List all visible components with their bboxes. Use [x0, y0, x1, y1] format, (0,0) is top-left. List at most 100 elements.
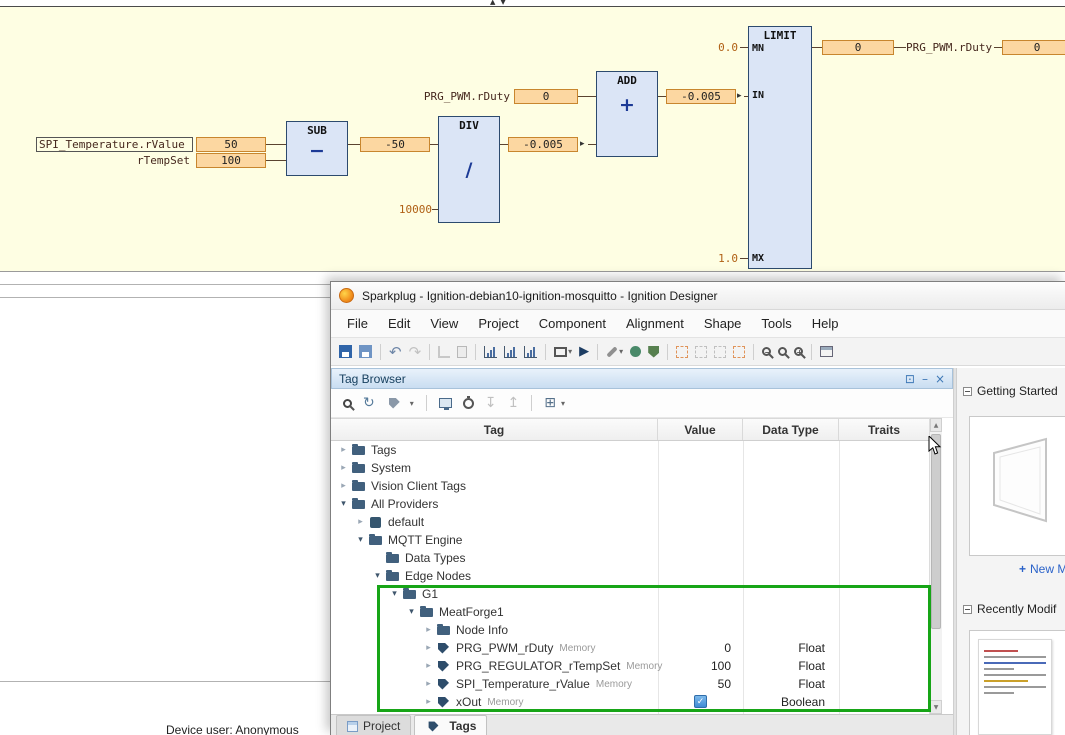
- chevron-down-icon[interactable]: ▾: [410, 399, 414, 408]
- search-icon[interactable]: [343, 399, 352, 408]
- expand-arrow-icon[interactable]: ▸: [422, 643, 435, 653]
- tree-row-default[interactable]: ▸ default: [331, 513, 929, 531]
- redo-icon[interactable]: ↷: [409, 343, 422, 361]
- fbd-canvas[interactable]: SPI_Temperature.rValue 50 rTempSet 100 S…: [0, 6, 1065, 272]
- wrench-icon[interactable]: [607, 346, 618, 357]
- play-icon[interactable]: ▶: [579, 344, 589, 359]
- collapse-arrow-icon[interactable]: ▾: [388, 589, 401, 599]
- value-box-div-out[interactable]: -0.005: [508, 137, 578, 152]
- collapse-arrow-icon[interactable]: ▾: [337, 499, 350, 509]
- zoom-reset-icon[interactable]: [778, 347, 787, 356]
- tree-row-tag-prg-pwm-rduty[interactable]: ▸ PRG_PWM_rDuty Memory 0 Float: [331, 639, 929, 657]
- collapse-arrow-icon[interactable]: ▾: [354, 535, 367, 545]
- div-block[interactable]: DIV /: [438, 116, 500, 223]
- menu-component[interactable]: Component: [529, 316, 616, 331]
- tree-row-system[interactable]: ▸ System: [331, 459, 929, 477]
- tree-row-tag-prg-regulator-rtempset[interactable]: ▸ PRG_REGULATOR_rTempSet Memory 100 Floa…: [331, 657, 929, 675]
- operand-spi-temperature[interactable]: SPI_Temperature.rValue: [36, 137, 193, 152]
- scrollbar-thumb[interactable]: [931, 434, 941, 629]
- undo-icon[interactable]: ↶: [389, 343, 402, 361]
- branch-icon[interactable]: [438, 346, 450, 358]
- menu-project[interactable]: Project: [468, 316, 528, 331]
- value-box-limit-out[interactable]: 0: [822, 40, 894, 55]
- zoom-in-icon[interactable]: +: [794, 347, 803, 356]
- tree-row-edge-nodes[interactable]: ▾ Edge Nodes: [331, 567, 929, 585]
- window-titlebar[interactable]: Sparkplug - Ignition-debian10-ignition-m…: [331, 282, 1065, 310]
- menu-view[interactable]: View: [420, 316, 468, 331]
- menu-alignment[interactable]: Alignment: [616, 316, 694, 331]
- value-box-spi[interactable]: 50: [196, 137, 266, 152]
- column-traits[interactable]: Traits: [839, 419, 929, 440]
- tree-row-tag-spi-temperature-rvalue[interactable]: ▸ SPI_Temperature_rValue Memory 50 Float: [331, 675, 929, 693]
- add-block[interactable]: ADD +: [596, 71, 658, 157]
- collapse-arrow-icon[interactable]: ▾: [371, 571, 384, 581]
- tab-tags[interactable]: Tags: [414, 715, 487, 735]
- collapse-box-icon[interactable]: [963, 605, 972, 614]
- zoom-out-icon[interactable]: −: [762, 347, 771, 356]
- menu-shape[interactable]: Shape: [694, 316, 752, 331]
- operand-rtempset[interactable]: rTempSet: [90, 154, 190, 167]
- tree-row-g1[interactable]: ▾ G1: [331, 585, 929, 603]
- expand-arrow-icon[interactable]: ▸: [422, 679, 435, 689]
- save-icon[interactable]: [339, 345, 352, 358]
- axis-x-icon[interactable]: [484, 346, 497, 358]
- collapse-box-icon[interactable]: [963, 387, 972, 396]
- tree-scrollbar[interactable]: ▲ ▼: [929, 418, 942, 714]
- expand-arrow-icon[interactable]: ▸: [422, 625, 435, 635]
- getting-started-header[interactable]: Getting Started: [963, 384, 1058, 398]
- select-bounds-icon[interactable]: [676, 346, 688, 358]
- recent-item-thumbnail[interactable]: [978, 639, 1052, 735]
- tree-row-mqtt-engine[interactable]: ▾ MQTT Engine: [331, 531, 929, 549]
- tree-row-tags[interactable]: ▸ Tags: [331, 441, 929, 459]
- collapse-bounds-icon[interactable]: [695, 346, 707, 358]
- tab-project[interactable]: Project: [336, 715, 411, 735]
- limit-block[interactable]: LIMIT MN IN MX: [748, 26, 812, 269]
- value-box-sub-out[interactable]: -50: [360, 137, 430, 152]
- recently-modified-header[interactable]: Recently Modif: [963, 602, 1056, 616]
- expand-arrow-icon[interactable]: ▸: [422, 697, 435, 707]
- operand-pwm-in[interactable]: PRG_PWM.rDuty: [410, 90, 510, 103]
- operand-limit-mx[interactable]: 1.0: [702, 252, 738, 265]
- expand-arrow-icon[interactable]: ▸: [337, 445, 350, 455]
- column-data-type[interactable]: Data Type: [743, 419, 839, 440]
- operand-limit-mn[interactable]: 0.0: [702, 41, 738, 54]
- refresh-icon[interactable]: ↻: [363, 395, 375, 411]
- operand-div-const[interactable]: 10000: [382, 203, 432, 216]
- column-tag[interactable]: Tag: [331, 419, 658, 440]
- minimize-panel-icon[interactable]: –: [922, 373, 928, 385]
- value-box-rtempset[interactable]: 100: [196, 153, 266, 168]
- tag-browser-header[interactable]: Tag Browser ⊡ – ×: [331, 368, 953, 389]
- paste-icon[interactable]: [457, 346, 467, 358]
- menu-file[interactable]: File: [337, 316, 378, 331]
- window-layout-icon[interactable]: [820, 346, 833, 357]
- monitor-icon[interactable]: [439, 398, 452, 408]
- stopwatch-icon[interactable]: [463, 398, 474, 409]
- tree-row-all-providers[interactable]: ▾ All Providers: [331, 495, 929, 513]
- close-panel-icon[interactable]: ×: [935, 373, 945, 385]
- operand-pwm-out[interactable]: PRG_PWM.rDuty: [906, 41, 992, 54]
- boolean-checkbox[interactable]: ✓: [694, 695, 707, 708]
- value-box-pwm-out[interactable]: 0: [1002, 40, 1065, 55]
- menu-tools[interactable]: Tools: [751, 316, 801, 331]
- grid-view-icon[interactable]: ⊞: [544, 395, 556, 411]
- scrollbar-down-button[interactable]: ▼: [930, 700, 942, 714]
- chevron-down-icon[interactable]: ▾: [619, 347, 623, 356]
- tree-row-node-info[interactable]: ▸ Node Info: [331, 621, 929, 639]
- tree-row-vision-client-tags[interactable]: ▸ Vision Client Tags: [331, 477, 929, 495]
- expand-arrow-icon[interactable]: ▸: [337, 463, 350, 473]
- expand-arrow-icon[interactable]: ▸: [354, 517, 367, 527]
- save-all-icon[interactable]: [359, 345, 372, 358]
- expand-arrow-icon[interactable]: ▸: [337, 481, 350, 491]
- shape-rect-icon[interactable]: [554, 347, 567, 357]
- value-box-add-out[interactable]: -0.005: [666, 89, 736, 104]
- column-value[interactable]: Value: [658, 419, 743, 440]
- menu-edit[interactable]: Edit: [378, 316, 420, 331]
- new-tag-icon[interactable]: [389, 398, 400, 409]
- new-item-link[interactable]: + New M: [1019, 562, 1065, 576]
- axis-y-icon[interactable]: [504, 346, 517, 358]
- theme-icon[interactable]: [630, 346, 641, 357]
- tree-row-data-types[interactable]: Data Types: [331, 549, 929, 567]
- getting-started-card[interactable]: [969, 416, 1065, 556]
- collapse-arrow-icon[interactable]: ▾: [405, 607, 418, 617]
- axis-z-icon[interactable]: [524, 346, 537, 358]
